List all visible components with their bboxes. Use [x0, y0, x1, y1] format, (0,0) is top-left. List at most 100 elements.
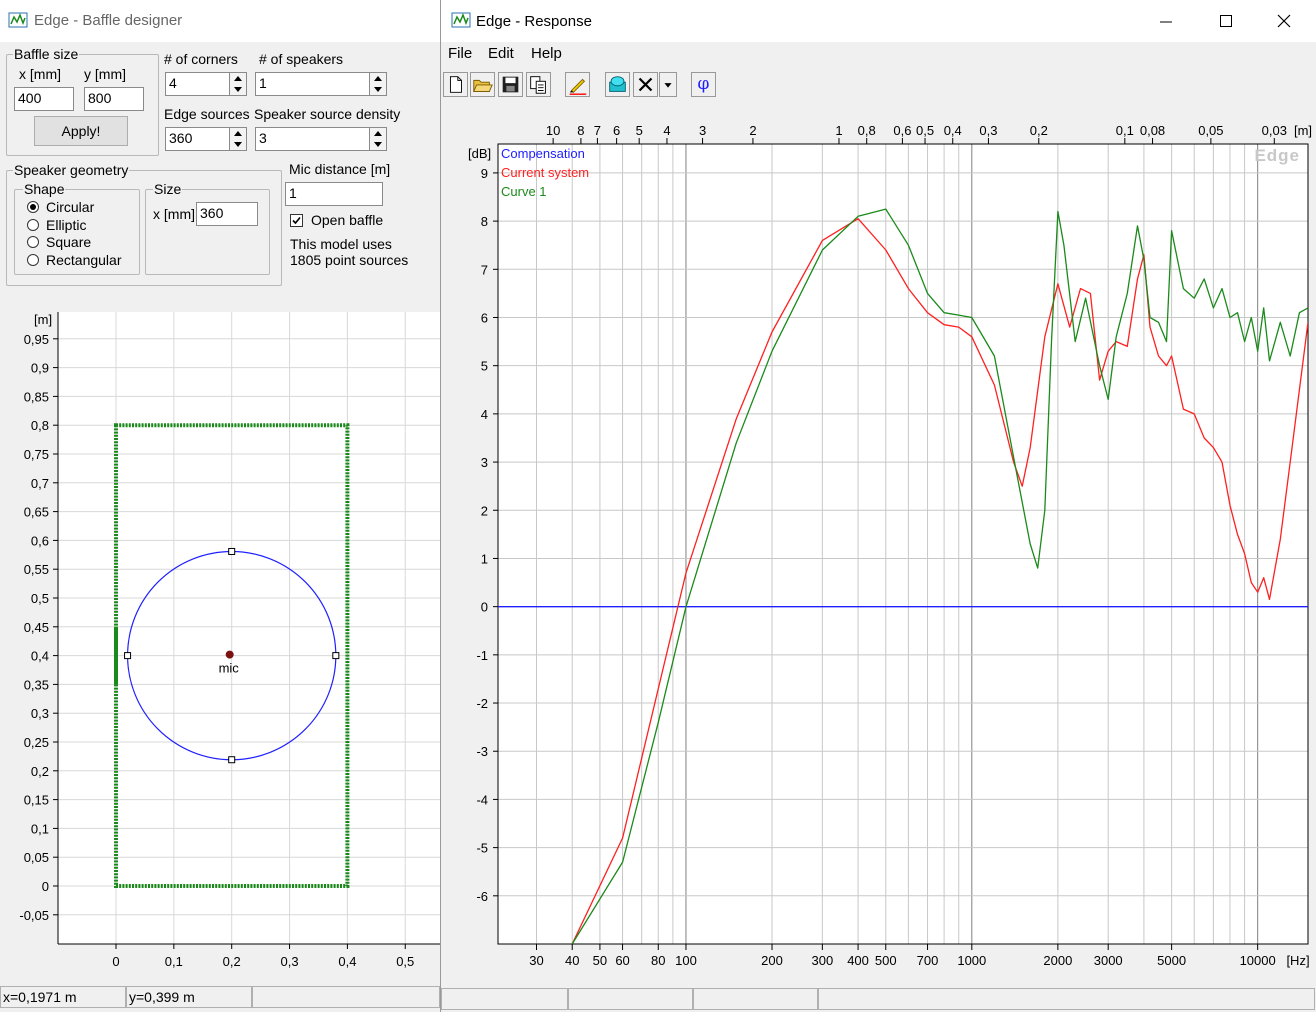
chart-x-tick-label: 500	[875, 953, 897, 968]
edge-sources-stepper[interactable]: 360	[165, 127, 247, 151]
apply-button[interactable]: Apply!	[34, 116, 128, 146]
speaker-handle	[228, 756, 236, 764]
shape-rectangular-radio[interactable]	[27, 254, 39, 266]
chart-x-tick-label: 2000	[1043, 953, 1072, 968]
model-info-line1: This model uses	[290, 236, 392, 252]
menu-file[interactable]: File	[448, 45, 472, 62]
baffle-x-tick-label: 0,3	[281, 954, 299, 969]
baffle-y-tick-label: 0,75	[24, 447, 49, 462]
baffle-x-label: x [mm]	[19, 66, 61, 82]
menu-help[interactable]: Help	[531, 45, 562, 62]
corners-spin-icon[interactable]	[229, 73, 246, 95]
chart-x-tick-label: 100	[675, 953, 697, 968]
baffle-y-tick-label: 0,15	[24, 793, 49, 808]
edge-sources-value: 360	[169, 130, 193, 146]
baffle-y-tick-label: 0,85	[24, 389, 49, 404]
baffle-y-input[interactable]: 800	[84, 87, 144, 111]
response-title-bar[interactable]: Edge - Response	[441, 0, 1316, 42]
chart-y-tick-label: 0	[481, 600, 488, 615]
mic-distance-label: Mic distance [m]	[289, 161, 391, 177]
shape-label: Shape	[23, 181, 66, 197]
density-stepper[interactable]: 3	[255, 127, 387, 151]
minimize-icon[interactable]	[1159, 14, 1173, 28]
speaker-handle	[332, 652, 340, 660]
chart-top-tick-label: 10	[546, 123, 560, 138]
copy-icon[interactable]	[526, 72, 551, 97]
edge-sources-spin-icon[interactable]	[229, 128, 246, 150]
chart-x-tick-label: 40	[565, 953, 579, 968]
edge-app-icon	[451, 12, 471, 28]
baffle-y-tick-label: 0,1	[31, 821, 49, 836]
baffle-y-tick-label: 0,8	[31, 418, 49, 433]
corners-value: 4	[169, 75, 177, 91]
response-chart[interactable]: 9876543210-1-2-3-4-5-630 40 50 60 80 100 200 30…	[441, 104, 1316, 984]
baffle-x-tick-label: 0,1	[165, 954, 183, 969]
baffle-y-tick-label: 0,45	[24, 620, 49, 635]
chart-x-tick-label: 200	[761, 953, 783, 968]
resp-status-1	[441, 988, 568, 1010]
shape-rectangular-label[interactable]: Rectangular	[46, 252, 122, 268]
close-icon[interactable]	[1277, 14, 1291, 28]
baffle-title-bar[interactable]: Edge - Baffle designer	[0, 0, 440, 42]
status-y: y=0,399 m	[126, 986, 252, 1008]
baffle-x-tick-label: 0,2	[223, 954, 241, 969]
chart-y-tick-label: 8	[481, 214, 488, 229]
baffle-y-tick-label: 0,95	[24, 332, 49, 347]
baffle-y-tick-label: 0,5	[31, 591, 49, 606]
save-icon[interactable]	[498, 72, 523, 97]
baffle-window-title: Edge - Baffle designer	[34, 12, 183, 29]
chart-x-tick-label: 400	[847, 953, 869, 968]
chart-top-tick-label: 0,6	[893, 123, 911, 138]
speaker-icon[interactable]	[605, 72, 630, 97]
chart-y-tick-label: 7	[481, 262, 488, 277]
chart-x-axis-label: [Hz]	[1286, 953, 1309, 968]
corners-stepper[interactable]: 4	[165, 72, 247, 96]
size-x-input[interactable]: 360	[196, 202, 258, 226]
speaker-handle	[228, 547, 236, 555]
menu-bar: File Edit Help	[441, 42, 1316, 66]
chart-top-tick-label: 0,2	[1030, 123, 1048, 138]
chart-top-tick-label: 0,3	[979, 123, 997, 138]
chart-top-tick-label: 0,08	[1140, 123, 1165, 138]
maximize-icon[interactable]	[1219, 14, 1233, 28]
chart-y-tick-label: -3	[476, 744, 488, 759]
speakers-stepper[interactable]: 1	[255, 72, 387, 96]
toolbar: φ	[441, 70, 1316, 102]
baffle-y-tick-label: 0,6	[31, 533, 49, 548]
open-baffle-checkbox[interactable]	[290, 214, 303, 227]
speakers-value: 1	[259, 75, 267, 91]
chart-y-tick-label: 4	[481, 407, 488, 422]
phase-icon[interactable]: φ	[691, 72, 716, 97]
chart-y-tick-label: -2	[476, 696, 488, 711]
shape-elliptic-label[interactable]: Elliptic	[46, 217, 86, 233]
speakers-spin-icon[interactable]	[369, 73, 386, 95]
shape-elliptic-radio[interactable]	[27, 219, 39, 231]
shape-circular-radio[interactable]	[27, 201, 39, 213]
chart-top-tick-label: 2	[749, 123, 756, 138]
baffle-plot[interactable]: 0,95 0,9 0,85 0,8 0,75 0,7 0,65 0,6 0,55 0,5 0,45 0…	[0, 306, 440, 982]
shape-square-label[interactable]: Square	[46, 234, 91, 250]
open-baffle-label[interactable]: Open baffle	[311, 212, 383, 228]
chart-top-tick-label: 6	[613, 123, 620, 138]
chart-top-tick-label: 4	[663, 123, 670, 138]
open-icon[interactable]	[470, 72, 495, 97]
chart-y-tick-label: 5	[481, 359, 488, 374]
dropdown-icon[interactable]	[659, 72, 677, 97]
delete-icon[interactable]	[633, 72, 658, 97]
corners-label: # of corners	[164, 51, 238, 67]
edge-sources-label: Edge sources	[164, 106, 250, 122]
baffle-x-tick-label: 0,5	[396, 954, 414, 969]
mic-distance-input[interactable]: 1	[285, 182, 383, 206]
shape-circular-label[interactable]: Circular	[46, 199, 94, 215]
pencil-icon[interactable]	[565, 72, 590, 97]
baffle-x-tick-label: 0,4	[338, 954, 356, 969]
baffle-x-input[interactable]: 400	[14, 87, 74, 111]
menu-edit[interactable]: Edit	[488, 45, 514, 62]
checkmark-icon	[292, 216, 301, 225]
new-icon[interactable]	[443, 72, 468, 97]
shape-square-radio[interactable]	[27, 236, 39, 248]
density-spin-icon[interactable]	[369, 128, 386, 150]
density-label: Speaker source density	[254, 106, 401, 122]
chart-watermark: Edge	[1254, 146, 1300, 165]
legend-entry-0: Compensation	[501, 146, 585, 161]
